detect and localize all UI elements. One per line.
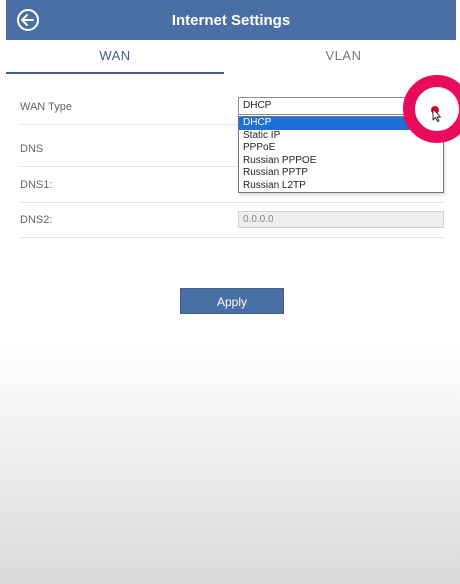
mouse-cursor-icon	[432, 108, 441, 122]
wan-type-option-russian-l2tp[interactable]: Russian L2TP	[239, 180, 443, 193]
tab-vlan[interactable]: VLAN	[231, 40, 456, 72]
wan-type-option-russian-pptp[interactable]: Russian PPTP	[239, 167, 443, 180]
app-header: Internet Settings	[6, 0, 456, 40]
dns-label: DNS	[20, 143, 44, 155]
tab-wan[interactable]: WAN	[6, 40, 224, 74]
wan-type-option-russian-pppoe[interactable]: Russian PPPOE	[239, 155, 443, 168]
tab-bar: WAN VLAN	[6, 40, 456, 74]
dns1-label: DNS1:	[20, 179, 53, 191]
page-title: Internet Settings	[171, 12, 291, 29]
wan-type-option-pppoe[interactable]: PPPoE	[239, 142, 443, 155]
wan-type-label: WAN Type	[20, 101, 72, 113]
apply-button[interactable]: Apply	[180, 288, 284, 314]
dns2-input[interactable]: 0.0.0.0	[238, 211, 444, 228]
dns2-label: DNS2:	[20, 214, 53, 226]
